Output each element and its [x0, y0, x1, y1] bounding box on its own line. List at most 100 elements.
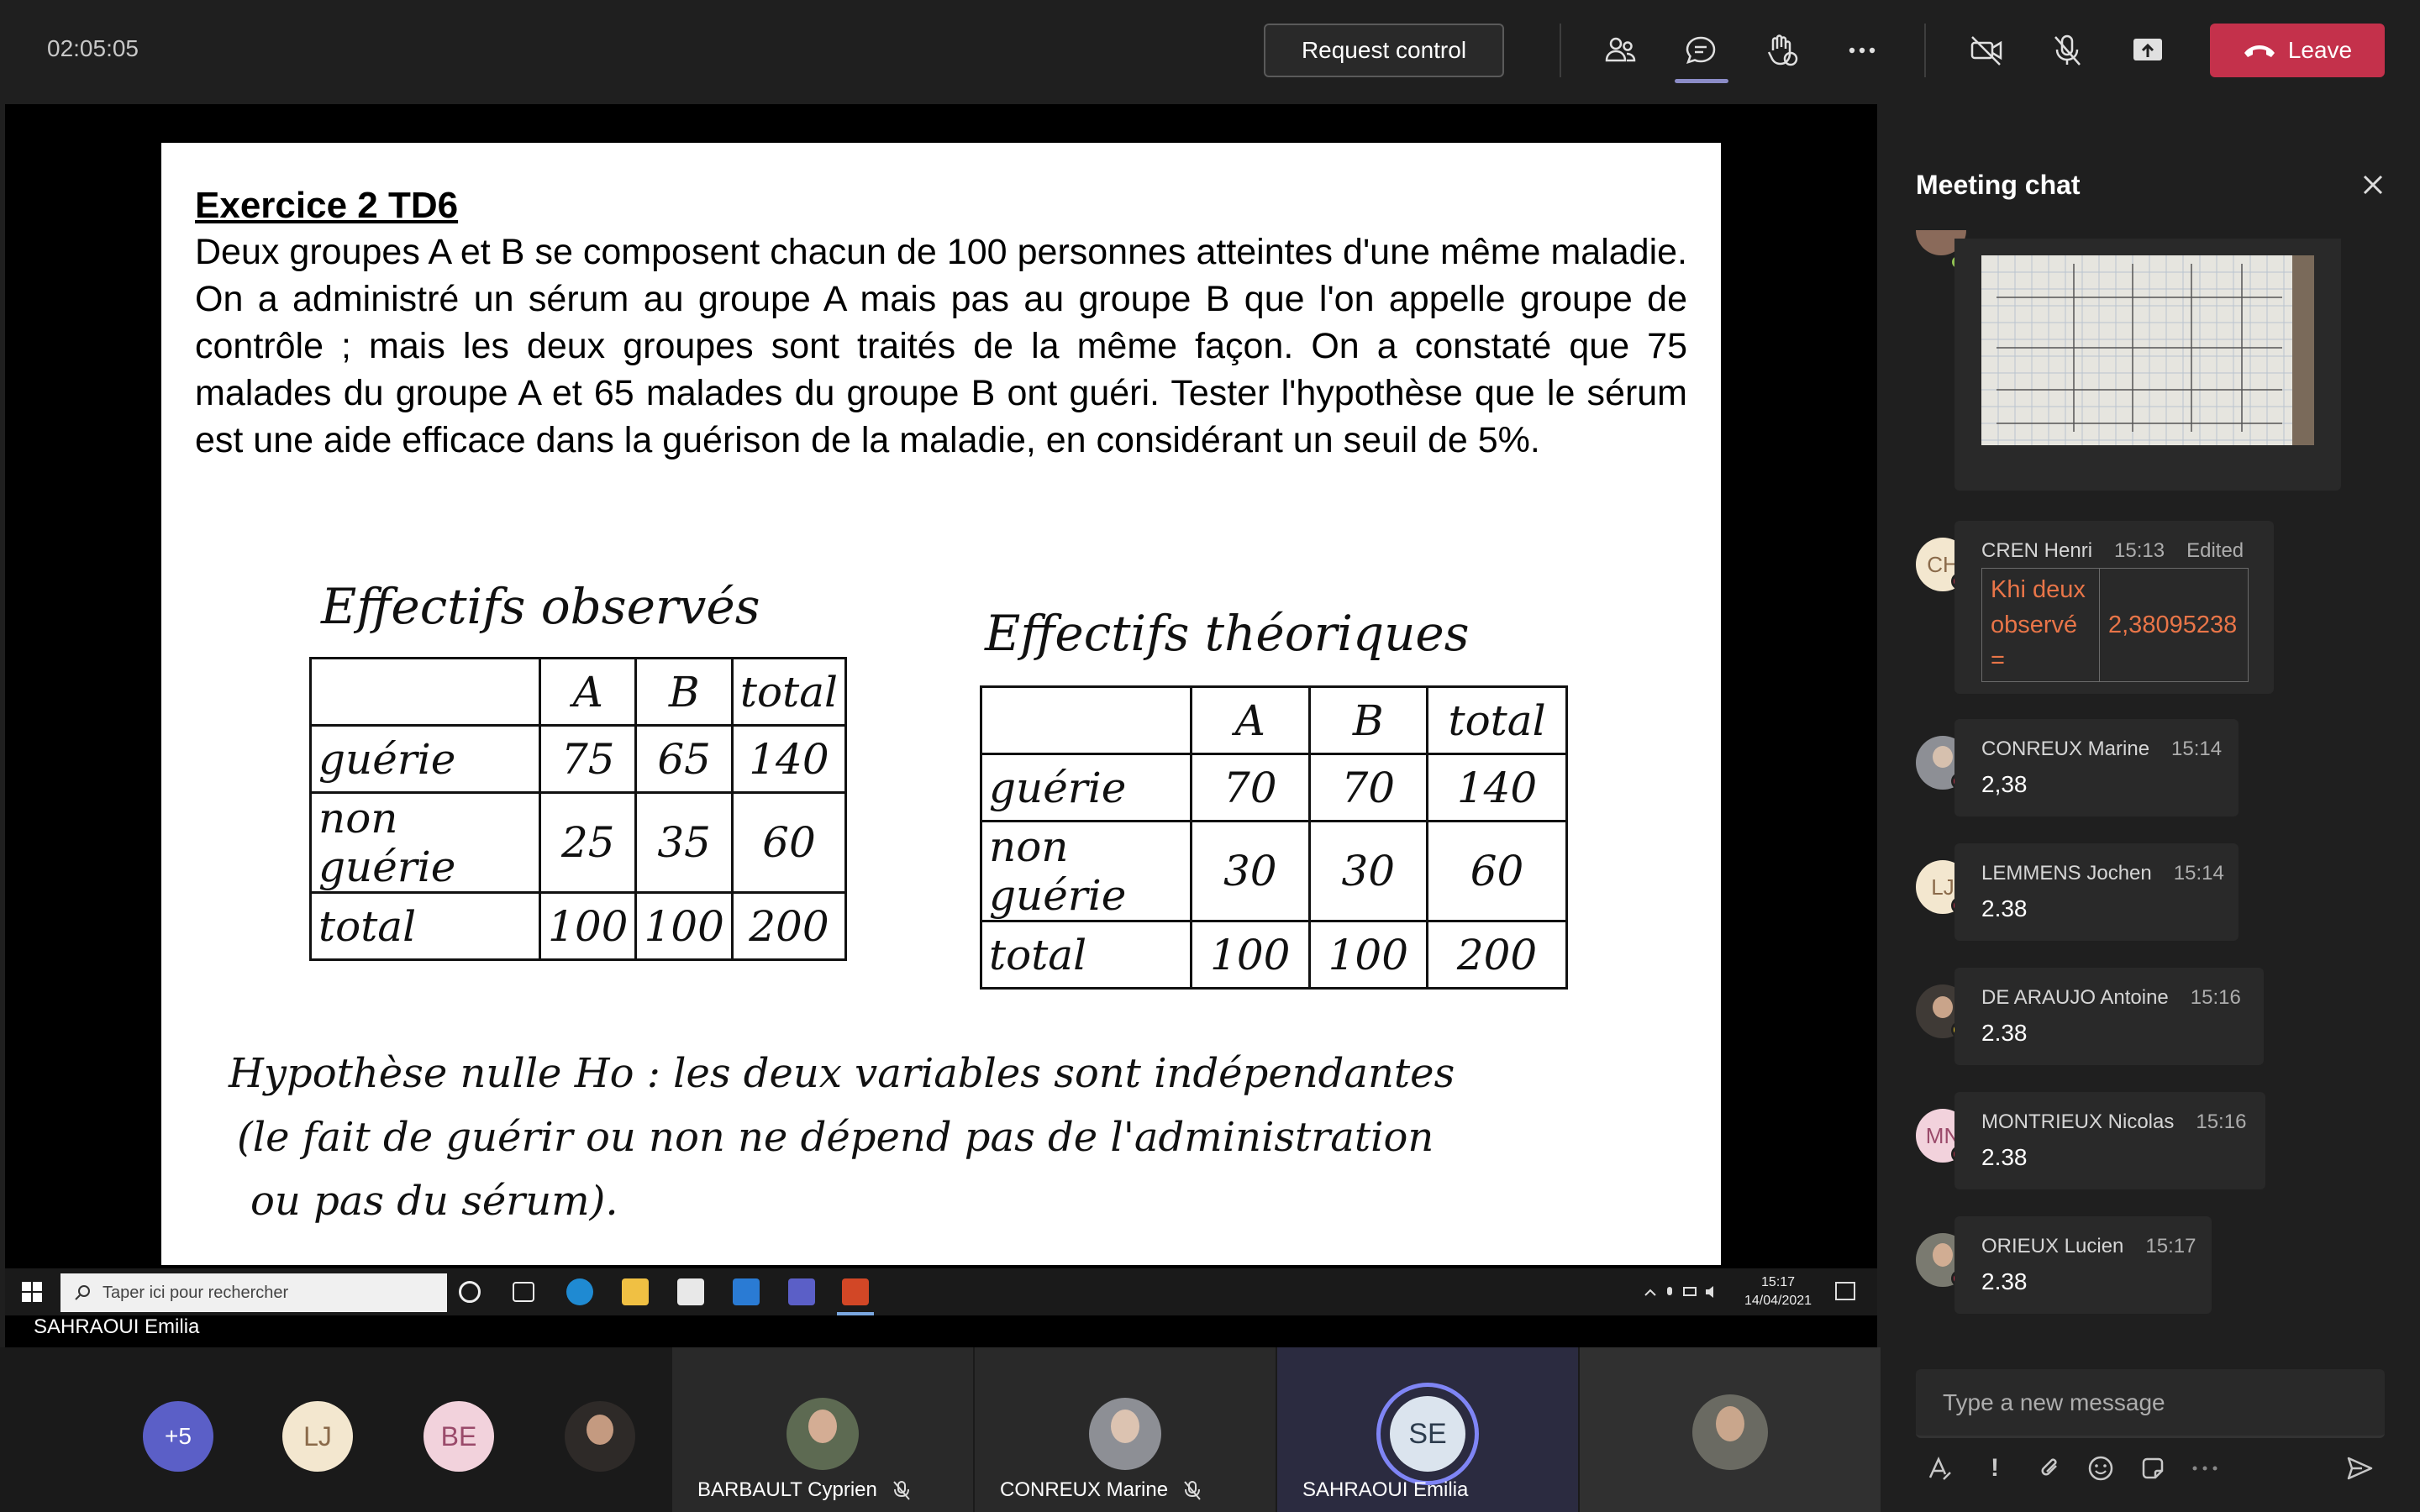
file-explorer-icon[interactable] — [622, 1278, 649, 1305]
phone-hangup-icon — [2244, 45, 2275, 57]
participant-name-label: SAHRAOUI Emilia — [1302, 1478, 1469, 1501]
pasted-table: Khi deux observé = 2,38095238 — [1981, 568, 2249, 682]
message-text: 2.38 — [1981, 895, 2028, 921]
important-icon[interactable]: ! — [1978, 1452, 2012, 1485]
request-control-button[interactable]: Request control — [1264, 24, 1504, 77]
shared-screen: Exercice 2 TD6 Deux groupes A et B se co… — [5, 104, 1877, 1347]
participant-name: CONREUX Marine — [1000, 1478, 1203, 1502]
message-time: 15:14 — [2171, 738, 2223, 760]
share-screen-icon[interactable] — [2123, 25, 2173, 76]
emoji-icon[interactable] — [2084, 1452, 2118, 1485]
chat-message[interactable]: CREN Henri 15:13 Edited Khi deux observé =… — [1954, 521, 2274, 694]
message-compose-box[interactable]: Type a new message — [1916, 1369, 2385, 1438]
avatar-face — [1933, 1243, 1953, 1267]
attach-icon[interactable] — [2033, 1452, 2067, 1485]
taskbar-search[interactable]: Taper ici pour rechercher — [60, 1273, 447, 1312]
taskbar-date: 14/04/2021 — [1744, 1294, 1812, 1308]
sender-name: ORIEUX Lucien 15:17 — [1981, 1235, 2196, 1258]
image-message[interactable] — [1954, 239, 2341, 491]
system-tray-icons[interactable] — [1644, 1284, 1728, 1300]
edited-label: Edited — [2186, 539, 2244, 562]
meeting-chat-panel: Meeting chat CH CREN Henri 15:13 Edited Kh… — [1881, 104, 2420, 1512]
participant-avatar-photo[interactable] — [565, 1401, 635, 1472]
participant-photo — [1089, 1398, 1161, 1470]
table-cell: 30 — [1307, 820, 1429, 922]
meeting-timer: 02:05:05 — [47, 35, 139, 61]
reactions-icon[interactable] — [1756, 25, 1807, 76]
send-icon[interactable] — [2343, 1452, 2376, 1485]
participants-icon[interactable] — [1595, 25, 1645, 76]
row-label: total — [308, 891, 542, 961]
search-icon — [75, 1285, 90, 1300]
taskbar-search-placeholder: Taper ici pour rechercher — [103, 1283, 289, 1302]
chat-message[interactable]: CONREUX Marine 15:14 2,38 — [1954, 719, 2238, 816]
presentation-slide: Exercice 2 TD6 Deux groupes A et B se co… — [161, 143, 1721, 1265]
row-label: total — [980, 920, 1192, 990]
null-hypothesis-note: Hypothèse nulle Ho : les deux variables … — [229, 1042, 1691, 1233]
more-options-icon[interactable] — [2188, 1452, 2222, 1485]
avatar-face — [1933, 996, 1953, 1018]
chat-title: Meeting chat — [1916, 170, 2081, 200]
active-app-indicator — [837, 1312, 874, 1315]
avatar-face — [1933, 746, 1953, 768]
notifications-icon[interactable] — [1835, 1282, 1855, 1300]
mic-off-icon[interactable] — [2042, 25, 2092, 76]
taskbar-clock[interactable]: 15:17 14/04/2021 — [1744, 1273, 1812, 1310]
cortana-icon[interactable] — [459, 1281, 481, 1303]
table-cell: 140 — [730, 724, 848, 794]
chat-icon[interactable] — [1676, 25, 1726, 76]
table-header: total — [730, 657, 848, 727]
message-time: 15:17 — [2145, 1235, 2196, 1257]
participant-name: BARBAULT Cyprien — [697, 1478, 913, 1502]
chat-message[interactable]: DE ARAUJO Antoine 15:16 2.38 — [1954, 968, 2264, 1065]
observed-table-title: Effectifs observés — [321, 578, 760, 635]
participant-avatar-be[interactable]: BE — [424, 1401, 494, 1472]
store-icon[interactable] — [677, 1278, 704, 1305]
camera-off-icon[interactable] — [1961, 25, 2012, 76]
sender-name: DE ARAUJO Antoine 15:16 — [1981, 986, 2241, 1010]
participant-tile[interactable]: BARBAULT Cyprien — [672, 1347, 973, 1512]
row-label: guérie — [308, 724, 542, 794]
participant-tile-speaking[interactable]: SE SAHRAOUI Emilia — [1277, 1347, 1578, 1512]
table-cell: 70 — [1190, 753, 1311, 822]
avatar-face — [808, 1410, 837, 1443]
table-header: B — [1307, 685, 1429, 755]
message-text: 2.38 — [1981, 1144, 2028, 1170]
sender-label: MONTRIEUX Nicolas — [1981, 1110, 2175, 1133]
teams-icon[interactable] — [788, 1278, 815, 1305]
message-time: 15:16 — [2196, 1110, 2247, 1133]
sender-label: CREN Henri — [1981, 539, 2093, 562]
more-participants-button[interactable]: +5 — [143, 1401, 213, 1472]
avatar-face — [1111, 1410, 1139, 1443]
task-view-icon[interactable] — [513, 1282, 534, 1302]
chat-message[interactable]: ORIEUX Lucien 15:17 2.38 — [1954, 1216, 2212, 1314]
row-label: guérie — [980, 753, 1192, 822]
table-cell: 100 — [1190, 920, 1311, 990]
format-icon[interactable] — [1923, 1452, 1956, 1485]
pasted-cell: 2,38095238 — [2108, 611, 2238, 638]
slide-body-text: Deux groupes A et B se composent chacun … — [195, 232, 1687, 460]
chat-message[interactable]: MONTRIEUX Nicolas 15:16 2.38 — [1954, 1092, 2265, 1189]
participant-name: SAHRAOUI Emilia — [1302, 1478, 1468, 1502]
message-time: 15:16 — [2190, 986, 2241, 1009]
more-actions-icon[interactable] — [1837, 25, 1887, 76]
mail-icon[interactable] — [733, 1278, 760, 1305]
windows-start-icon[interactable] — [22, 1282, 42, 1302]
table-cell: 60 — [730, 791, 848, 894]
edge-icon[interactable] — [566, 1278, 593, 1305]
sticker-icon[interactable] — [2136, 1452, 2170, 1485]
table-header: A — [1190, 685, 1311, 755]
attached-image[interactable] — [1981, 255, 2314, 445]
hypothesis-line: ou pas du sérum). — [250, 1178, 618, 1225]
participant-tile[interactable] — [1580, 1347, 1881, 1512]
participant-avatar-lj[interactable]: LJ — [282, 1401, 353, 1472]
chat-message[interactable]: LEMMENS Jochen 15:14 2.38 — [1954, 843, 2238, 941]
participant-tile[interactable]: CONREUX Marine — [975, 1347, 1276, 1512]
powerpoint-icon[interactable] — [842, 1278, 869, 1305]
message-time: 15:14 — [2173, 862, 2224, 885]
close-icon[interactable] — [2356, 168, 2390, 202]
table-header: A — [539, 657, 638, 727]
toolbar-divider — [1924, 24, 1926, 77]
observed-table: A B total guérie 75 65 140 non guérie 25… — [308, 657, 848, 961]
leave-button[interactable]: Leave — [2210, 24, 2385, 77]
